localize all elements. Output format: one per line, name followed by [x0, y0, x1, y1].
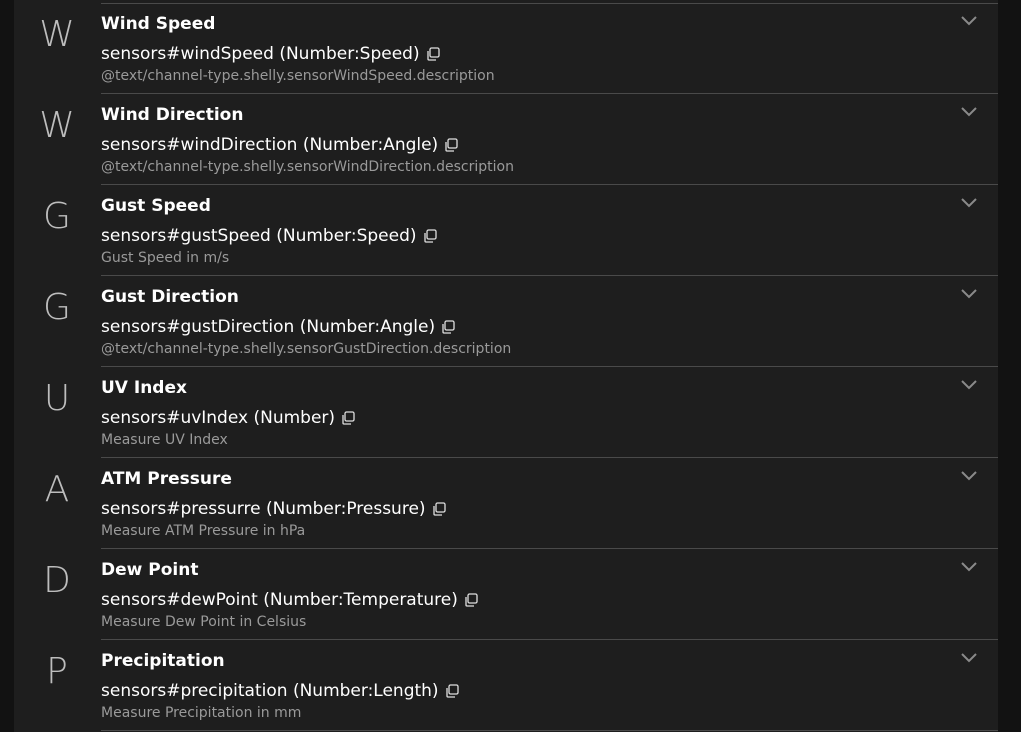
channel-title: UV Index	[101, 378, 187, 398]
channel-uid-line: sensors#gustSpeed (Number:Speed)	[101, 225, 437, 247]
channel-avatar-letter: G	[43, 196, 71, 237]
channel-uid: sensors#dewPoint (Number:Temperature)	[101, 590, 458, 610]
chevron-down-icon[interactable]	[960, 561, 978, 573]
channel-title: Precipitation	[101, 651, 225, 671]
channel-item-wind-direction[interactable]: W Wind Direction sensors#windDirection (…	[39, 94, 998, 185]
channel-uid: sensors#windDirection (Number:Angle)	[101, 135, 439, 155]
channel-uid-line: sensors#windDirection (Number:Angle)	[101, 134, 458, 156]
channel-uid: sensors#pressurre (Number:Pressure)	[101, 499, 426, 519]
channel-item-gust-direction[interactable]: G Gust Direction sensors#gustDirection (…	[43, 276, 998, 367]
channel-uid-line: sensors#dewPoint (Number:Temperature)	[101, 589, 478, 611]
copy-icon[interactable]	[441, 320, 455, 334]
chevron-down-icon[interactable]	[960, 652, 978, 664]
copy-icon[interactable]	[432, 502, 446, 516]
channel-avatar-letter: P	[46, 651, 68, 692]
channel-uid: sensors#gustSpeed (Number:Speed)	[101, 226, 417, 246]
channel-avatar-letter: W	[39, 14, 75, 55]
channel-avatar-letter: W	[39, 105, 75, 146]
channel-description: Measure UV Index	[101, 432, 228, 448]
channel-item-dew-point[interactable]: D Dew Point sensors#dewPoint (Number:Tem…	[43, 549, 998, 640]
channel-avatar-letter: A	[44, 469, 70, 510]
channel-description: @text/channel-type.shelly.sensorWindDire…	[101, 159, 514, 175]
channel-uid: sensors#precipitation (Number:Length)	[101, 681, 439, 701]
channel-description: @text/channel-type.shelly.sensorGustDire…	[101, 341, 512, 357]
chevron-down-icon[interactable]	[960, 15, 978, 27]
copy-icon[interactable]	[423, 229, 437, 243]
channel-uid-line: sensors#uvIndex (Number)	[101, 407, 355, 429]
channel-avatar-letter: U	[43, 378, 71, 419]
channel-description: Gust Speed in m/s	[101, 250, 230, 266]
channel-uid-line: sensors#precipitation (Number:Length)	[101, 680, 459, 702]
copy-icon[interactable]	[341, 411, 355, 425]
channel-item-gust-speed[interactable]: G Gust Speed sensors#gustSpeed (Number:S…	[43, 185, 998, 276]
channel-title: Wind Speed	[101, 14, 216, 34]
copy-icon[interactable]	[426, 47, 440, 61]
channel-title: Gust Speed	[101, 196, 211, 216]
channel-avatar-letter: D	[43, 560, 71, 601]
channel-title: Dew Point	[101, 560, 199, 580]
copy-icon[interactable]	[444, 138, 458, 152]
channel-uid-line: sensors#pressurre (Number:Pressure)	[101, 498, 446, 520]
channel-uid: sensors#gustDirection (Number:Angle)	[101, 317, 436, 337]
channel-uid-line: sensors#gustDirection (Number:Angle)	[101, 316, 455, 338]
channel-uid-line: sensors#windSpeed (Number:Speed)	[101, 43, 440, 65]
channel-uid: sensors#windSpeed (Number:Speed)	[101, 44, 420, 64]
channel-description: Measure Precipitation in mm	[101, 705, 302, 721]
channel-title: Gust Direction	[101, 287, 239, 307]
channel-description: Measure ATM Pressure in hPa	[101, 523, 306, 539]
chevron-down-icon[interactable]	[960, 197, 978, 209]
chevron-down-icon[interactable]	[960, 106, 978, 118]
copy-icon[interactable]	[445, 684, 459, 698]
channel-title: ATM Pressure	[101, 469, 232, 489]
chevron-down-icon[interactable]	[960, 379, 978, 391]
chevron-down-icon[interactable]	[960, 288, 978, 300]
channel-item-atm-pressure[interactable]: A ATM Pressure sensors#pressurre (Number…	[45, 458, 998, 549]
channel-avatar-letter: G	[43, 287, 71, 328]
channel-title: Wind Direction	[101, 105, 244, 125]
channel-item-precipitation[interactable]: P Precipitation sensors#precipitation (N…	[46, 640, 998, 731]
chevron-down-icon[interactable]	[960, 470, 978, 482]
channel-description: Measure Dew Point in Celsius	[101, 614, 307, 630]
channel-item-wind-speed[interactable]: W Wind Speed sensors#windSpeed (Number:S…	[39, 3, 998, 94]
channel-description: @text/channel-type.shelly.sensorWindSpee…	[101, 68, 495, 84]
channel-uid: sensors#uvIndex (Number)	[101, 408, 336, 428]
channel-list: W Wind Speed sensors#windSpeed (Number:S…	[14, 3, 998, 731]
channel-list-panel: W Wind Speed sensors#windSpeed (Number:S…	[14, 0, 998, 732]
copy-icon[interactable]	[464, 593, 478, 607]
channel-item-uv-index[interactable]: U UV Index sensors#uvIndex (Number) Meas…	[44, 367, 998, 458]
